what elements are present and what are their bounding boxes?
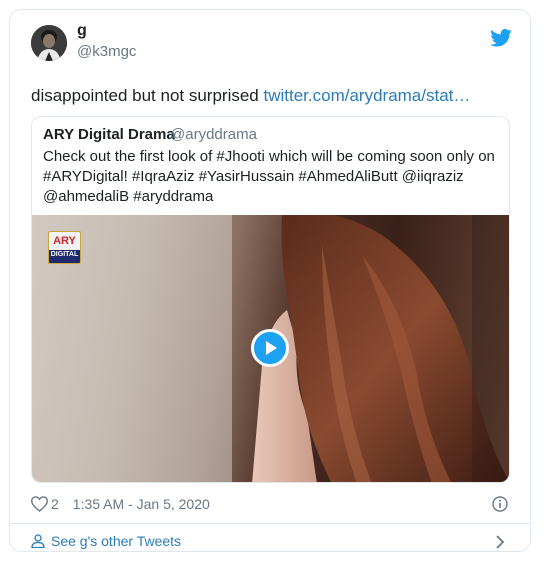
like-count[interactable]: 2	[51, 496, 59, 512]
ary-digital-logo: ARY DIGITAL	[48, 231, 81, 264]
quoted-tweet[interactable]: ARY Digital Drama @aryddrama Check out t…	[31, 116, 510, 483]
quoted-author-handle[interactable]: @aryddrama	[170, 126, 257, 143]
tweet-text: disappointed but not surprised twitter.c…	[31, 85, 470, 107]
ary-logo-bottom-text: DIGITAL	[50, 251, 79, 258]
quoted-tweet-text: Check out the first look of #Jhooti whic…	[43, 148, 495, 205]
avatar-image	[31, 25, 67, 61]
quoted-tweet-link[interactable]: twitter.com/arydrama/stat…	[264, 86, 471, 105]
tweet-text-body: disappointed but not surprised	[31, 86, 264, 105]
embedded-tweet-card[interactable]: g @k3mgc disappointed but not surprised …	[9, 9, 531, 552]
play-icon	[266, 341, 277, 355]
ary-logo-top-text: ARY	[49, 232, 80, 250]
footer-divider	[10, 523, 530, 524]
video-thumbnail[interactable]: ARY DIGITAL	[32, 215, 509, 482]
author-handle[interactable]: @k3mgc	[77, 43, 136, 60]
info-icon[interactable]	[492, 496, 508, 512]
tweet-timestamp[interactable]: 1:35 AM - Jan 5, 2020	[73, 496, 210, 512]
chevron-right-icon[interactable]	[495, 535, 505, 549]
heart-icon[interactable]	[31, 496, 48, 512]
quoted-author-name[interactable]: ARY Digital Drama	[43, 126, 175, 143]
see-other-tweets-label: See g's other Tweets	[51, 533, 182, 549]
author-name[interactable]: g	[77, 22, 87, 40]
person-icon	[31, 534, 45, 548]
play-button[interactable]	[251, 329, 289, 367]
twitter-bird-icon[interactable]	[490, 29, 512, 47]
tweet-meta: 2 1:35 AM - Jan 5, 2020	[31, 496, 210, 512]
see-other-tweets-link[interactable]: See g's other Tweets	[31, 533, 181, 549]
author-avatar[interactable]	[31, 25, 67, 61]
